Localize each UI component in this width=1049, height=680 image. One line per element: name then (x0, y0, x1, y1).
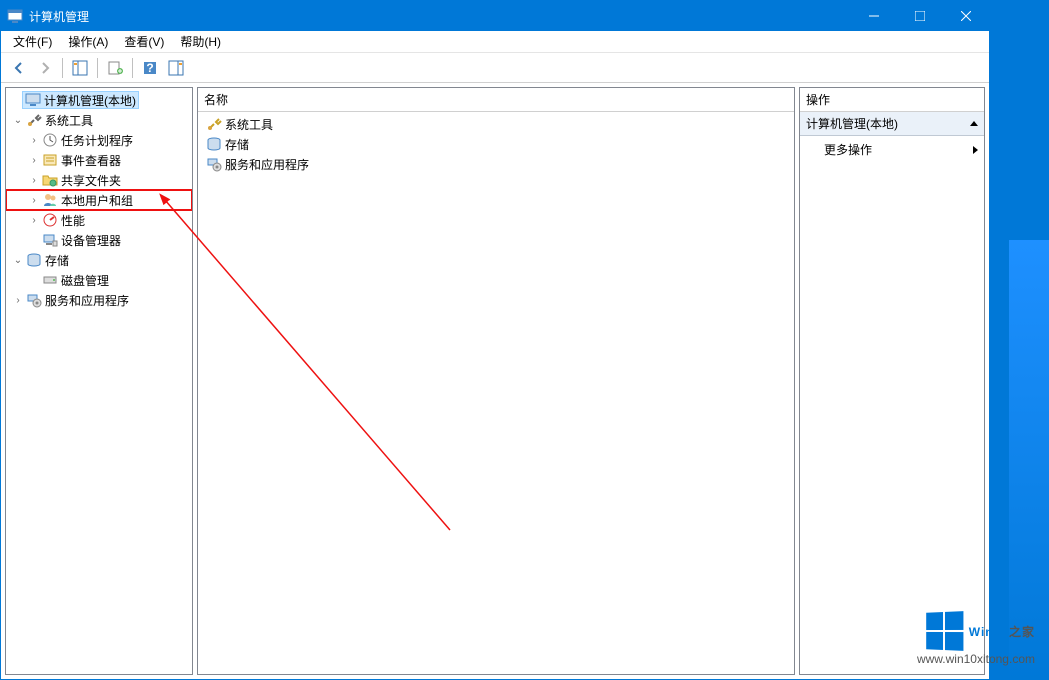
collapse-icon (970, 121, 978, 126)
event-icon (42, 152, 58, 168)
expander-expand-icon[interactable]: › (26, 212, 42, 228)
tools-icon (206, 116, 222, 132)
tree-label: 计算机管理(本地) (44, 92, 136, 109)
action-item-label: 更多操作 (824, 141, 872, 158)
tree-root[interactable]: 计算机管理(本地) (6, 90, 192, 110)
tree-pane[interactable]: 计算机管理(本地) ⌄ 系统工具 › 任务计划程序 › (5, 87, 193, 675)
back-button[interactable] (7, 56, 31, 80)
menu-help[interactable]: 帮助(H) (172, 31, 229, 52)
expander-expand-icon[interactable]: › (26, 192, 42, 208)
minimize-button[interactable] (851, 1, 897, 31)
list-item-label: 存储 (225, 136, 249, 153)
tree-local-users-groups[interactable]: › 本地用户和组 (6, 190, 192, 210)
tree-services-apps[interactable]: › 服务和应用程序 (6, 290, 192, 310)
list-body: 系统工具 存储 服务和应用程序 (198, 112, 794, 176)
clock-icon (42, 132, 58, 148)
list-item[interactable]: 系统工具 (202, 114, 790, 134)
disk-icon (42, 272, 58, 288)
column-name: 名称 (204, 91, 228, 108)
list-column-header[interactable]: 名称 (198, 88, 794, 112)
computer-icon (25, 92, 41, 108)
tree-performance[interactable]: › 性能 (6, 210, 192, 230)
maximize-button[interactable] (897, 1, 943, 31)
services-icon (206, 156, 222, 172)
expander-collapse-icon[interactable]: ⌄ (10, 252, 26, 268)
menu-action[interactable]: 操作(A) (60, 31, 116, 52)
watermark-brand: Win10 (969, 625, 1009, 639)
properties-button[interactable] (103, 56, 127, 80)
tree-label: 设备管理器 (61, 232, 121, 249)
window-title: 计算机管理 (29, 8, 851, 25)
list-item[interactable]: 服务和应用程序 (202, 154, 790, 174)
tree-label: 事件查看器 (61, 152, 121, 169)
forward-button[interactable] (33, 56, 57, 80)
action-group-label: 计算机管理(本地) (806, 115, 898, 132)
performance-icon (42, 212, 58, 228)
toolbar-separator (62, 58, 63, 78)
toolbar: ? (1, 53, 989, 83)
list-item[interactable]: 存储 (202, 134, 790, 154)
storage-icon (206, 136, 222, 152)
tree-systools[interactable]: ⌄ 系统工具 (6, 110, 192, 130)
device-icon (42, 232, 58, 248)
tools-icon (26, 112, 42, 128)
watermark-suffix: 之家 (1009, 625, 1035, 639)
tree-shared-folders[interactable]: › 共享文件夹 (6, 170, 192, 190)
list-item-label: 服务和应用程序 (225, 156, 309, 173)
action-pane: 操作 计算机管理(本地) 更多操作 (799, 87, 985, 675)
list-pane[interactable]: 名称 系统工具 存储 服务和应用程序 (197, 87, 795, 675)
tree-label: 服务和应用程序 (45, 292, 129, 309)
action-header-label: 操作 (806, 91, 830, 108)
expander-expand-icon[interactable]: › (10, 292, 26, 308)
tree-event-viewer[interactable]: › 事件查看器 (6, 150, 192, 170)
nav-tree: 计算机管理(本地) ⌄ 系统工具 › 任务计划程序 › (6, 88, 192, 312)
menubar: 文件(F) 操作(A) 查看(V) 帮助(H) (1, 31, 989, 53)
watermark: Win10之家 www.win10xitong.com (917, 612, 1035, 666)
shared-folder-icon (42, 172, 58, 188)
watermark-url: www.win10xitong.com (917, 652, 1035, 666)
show-hide-tree-button[interactable] (68, 56, 92, 80)
tree-device-manager[interactable]: 设备管理器 (6, 230, 192, 250)
action-pane-header: 操作 (800, 88, 984, 112)
tree-label: 系统工具 (45, 112, 93, 129)
tree-task-scheduler[interactable]: › 任务计划程序 (6, 130, 192, 150)
storage-icon (26, 252, 42, 268)
tree-label: 任务计划程序 (61, 132, 133, 149)
tree-label: 共享文件夹 (61, 172, 121, 189)
tree-storage[interactable]: ⌄ 存储 (6, 250, 192, 270)
expander-expand-icon[interactable]: › (26, 132, 42, 148)
chevron-right-icon (973, 146, 978, 154)
tree-disk-management[interactable]: 磁盘管理 (6, 270, 192, 290)
expander-icon[interactable] (6, 92, 22, 108)
action-more[interactable]: 更多操作 (800, 136, 984, 163)
list-item-label: 系统工具 (225, 116, 273, 133)
app-icon (7, 8, 23, 24)
expander-expand-icon[interactable]: › (26, 172, 42, 188)
services-icon (26, 292, 42, 308)
tree-label: 磁盘管理 (61, 272, 109, 289)
show-hide-action-button[interactable] (164, 56, 188, 80)
action-group-header[interactable]: 计算机管理(本地) (800, 112, 984, 136)
tree-label: 本地用户和组 (61, 192, 133, 209)
expander-expand-icon[interactable]: › (26, 152, 42, 168)
svg-text:?: ? (146, 61, 153, 75)
computer-management-window: 计算机管理 文件(F) 操作(A) 查看(V) 帮助(H) ? (0, 0, 990, 680)
expander-collapse-icon[interactable]: ⌄ (10, 112, 26, 128)
toolbar-separator (132, 58, 133, 78)
titlebar[interactable]: 计算机管理 (1, 1, 989, 31)
windows-logo-icon (926, 611, 963, 651)
toolbar-separator (97, 58, 98, 78)
help-button[interactable]: ? (138, 56, 162, 80)
tree-label: 存储 (45, 252, 69, 269)
menu-view[interactable]: 查看(V) (116, 31, 172, 52)
tree-label: 性能 (61, 212, 85, 229)
menu-file[interactable]: 文件(F) (5, 31, 60, 52)
close-button[interactable] (943, 1, 989, 31)
content-area: 计算机管理(本地) ⌄ 系统工具 › 任务计划程序 › (1, 83, 989, 679)
users-icon (42, 192, 58, 208)
